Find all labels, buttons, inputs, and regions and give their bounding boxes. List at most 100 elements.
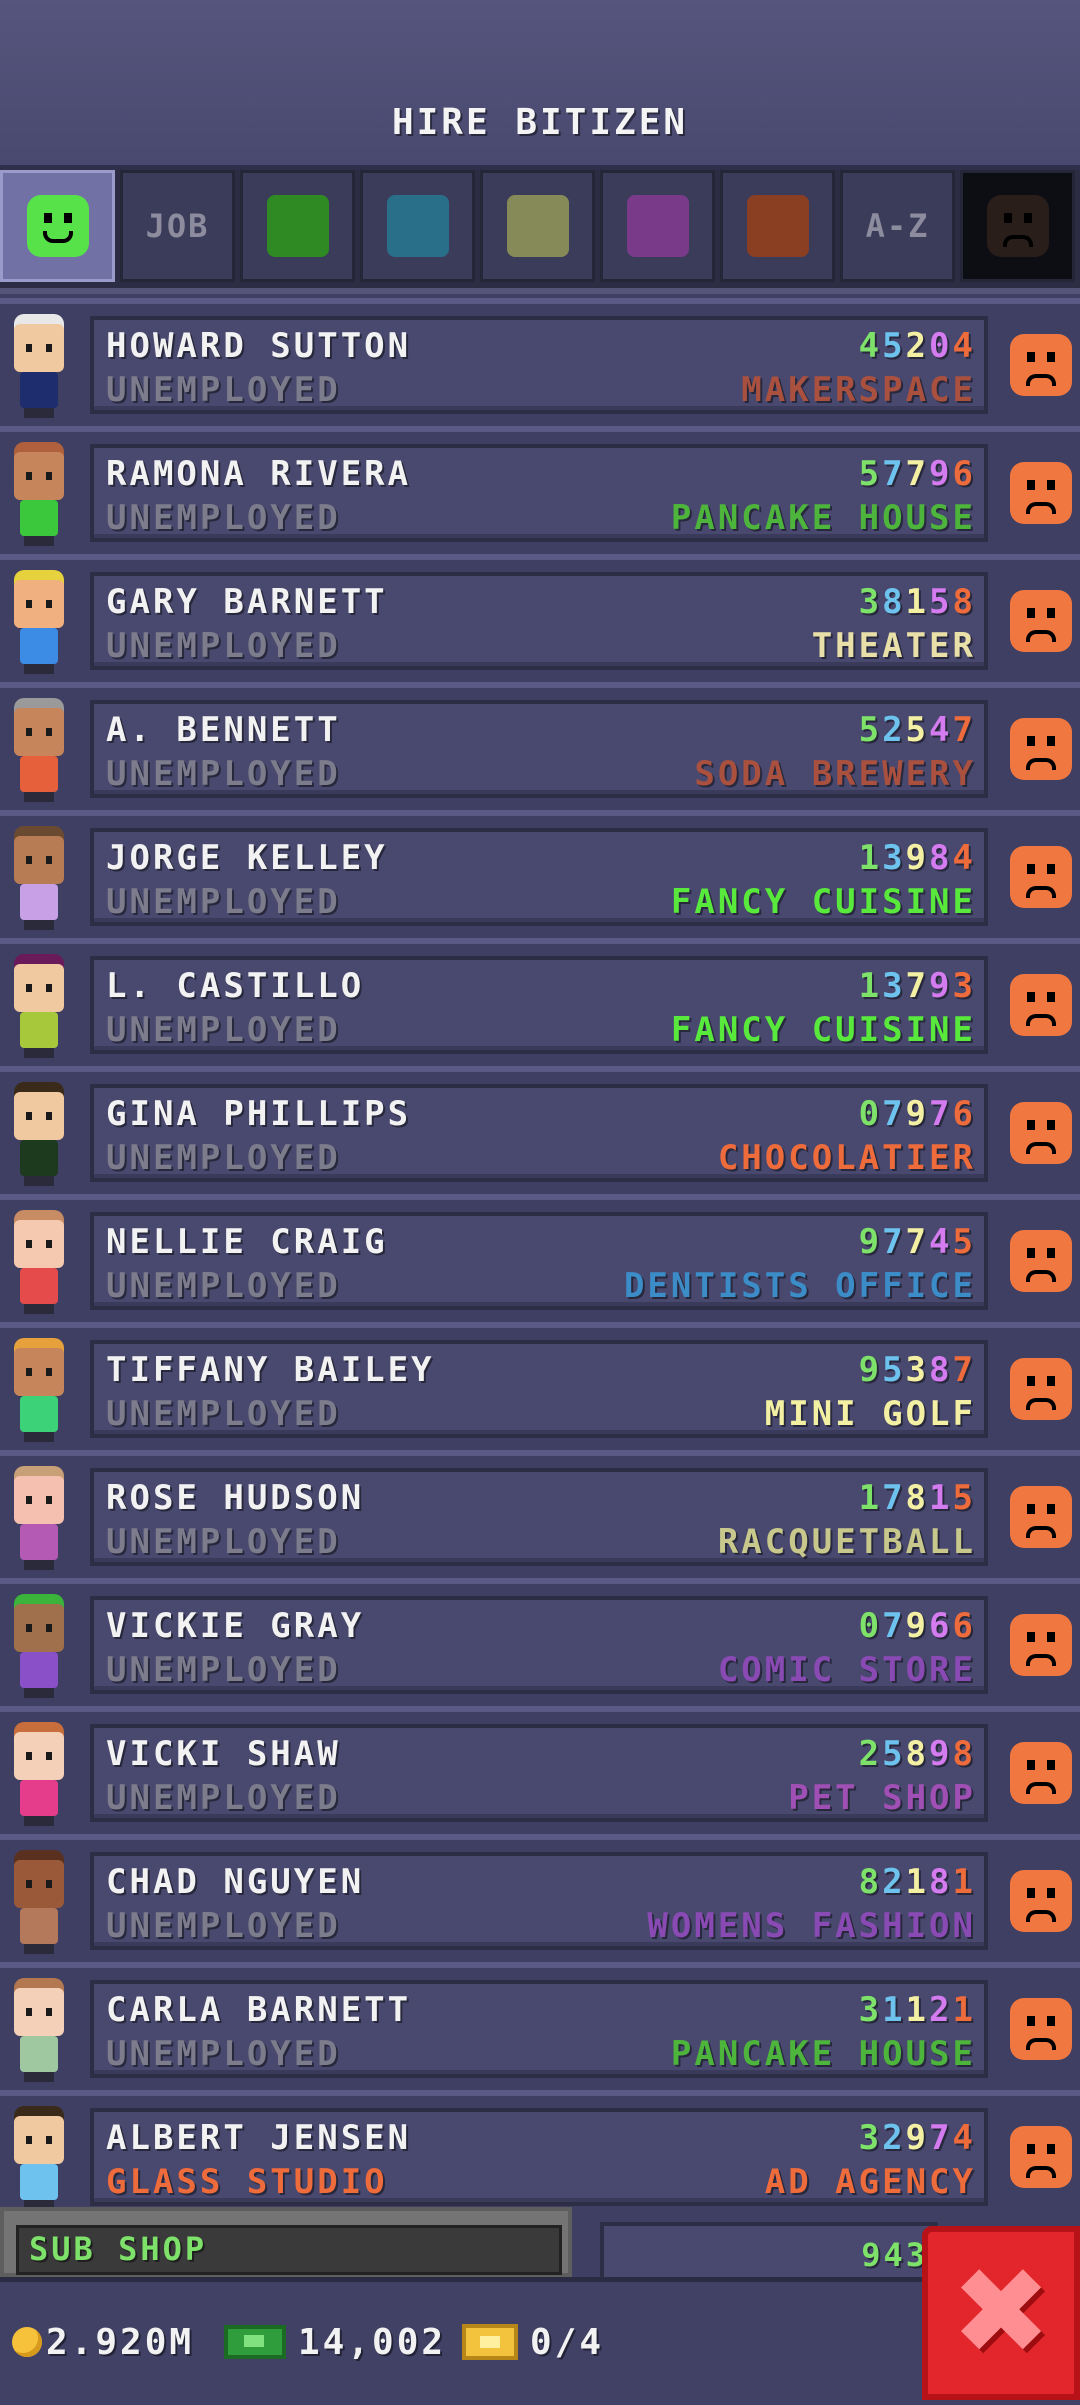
color-swatch-icon — [386, 195, 449, 257]
current-job: UNEMPLOYED — [106, 1266, 341, 1306]
close-button[interactable]: ✖ — [922, 2226, 1080, 2400]
happy-face-icon — [26, 195, 89, 257]
unhappy-mood-icon — [1010, 1102, 1072, 1164]
filter-tab-color[interactable] — [240, 170, 355, 282]
current-job: UNEMPLOYED — [106, 498, 341, 538]
filter-tab-color[interactable] — [480, 170, 595, 282]
skill-digit: 9 — [858, 1222, 883, 1262]
current-job: UNEMPLOYED — [106, 1138, 341, 1178]
skill-digit: 5 — [882, 1734, 906, 1774]
skill-digit: 4 — [929, 1222, 953, 1262]
bitizen-row[interactable]: ROSE HUDSON UNEMPLOYED 17815 RACQUETBALL — [0, 1450, 1080, 1578]
bottom-bar: 2.920M 14,002 0/4 — [0, 2277, 1080, 2405]
skill-digit: 1 — [882, 1990, 906, 2030]
skill-digit: 8 — [929, 1350, 953, 1390]
filter-tab-color[interactable] — [600, 170, 715, 282]
bitizen-row[interactable]: JORGE KELLEY UNEMPLOYED 13984 FANCY CUISINE — [0, 810, 1080, 938]
skill-digit: 3 — [905, 1350, 930, 1390]
bitizen-row[interactable]: L. CASTILLO UNEMPLOYED 13793 FANCY CUISINE — [0, 938, 1080, 1066]
bitizen-row[interactable]: NELLIE CRAIG UNEMPLOYED 97745 DENTISTS OFFI… — [0, 1194, 1080, 1322]
bitizen-name: GINA PHILLIPS — [106, 1094, 412, 1134]
coin-icon — [12, 2327, 42, 2357]
current-job: UNEMPLOYED — [106, 1010, 341, 1050]
bitizen-row[interactable]: GINA PHILLIPS UNEMPLOYED 07976 CHOCOLATIER — [0, 1066, 1080, 1194]
skill-code: 82181 — [859, 1862, 976, 1902]
current-job: UNEMPLOYED — [106, 882, 341, 922]
skill-digit: 1 — [905, 1862, 930, 1902]
bitizen-avatar — [4, 314, 74, 426]
sub-shop-label: SUB SHOP — [29, 2230, 208, 2268]
current-job: UNEMPLOYED — [106, 754, 341, 794]
skill-code: 31121 — [859, 1990, 976, 2030]
coins-counter: 2.920M — [12, 2312, 194, 2372]
skill-code: 07966 — [859, 1606, 976, 1646]
sub-shop-banner[interactable]: SUB SHOP — [0, 2207, 572, 2277]
unhappy-mood-icon — [1010, 974, 1072, 1036]
bitizen-row[interactable]: A. BENNETT UNEMPLOYED 52547 SODA BREWERY — [0, 682, 1080, 810]
bitizen-avatar — [4, 1850, 74, 1962]
filter-tab-label: JOB — [145, 207, 210, 245]
bux-counter: 14,002 — [224, 2312, 446, 2372]
bitizen-avatar — [4, 1082, 74, 1194]
bitizen-row[interactable]: TIFFANY BAILEY UNEMPLOYED 95387 MINI GOLF — [0, 1322, 1080, 1450]
skill-digit: 6 — [952, 454, 976, 494]
bitizen-row[interactable]: VICKIE GRAY UNEMPLOYED 07966 COMIC STORE — [0, 1578, 1080, 1706]
current-job: UNEMPLOYED — [106, 370, 341, 410]
dream-job: WOMENS FASHION — [647, 1906, 976, 1946]
skill-digit: 7 — [905, 966, 930, 1006]
bitizen-card: HOWARD SUTTON UNEMPLOYED 45204 MAKERSPACE — [90, 316, 988, 414]
bitizen-row[interactable]: CARLA BARNETT UNEMPLOYED 31121 PANCAKE HOUS… — [0, 1962, 1080, 2090]
skill-digit: 1 — [952, 1862, 976, 1902]
filter-tab-sad-face[interactable] — [960, 170, 1075, 282]
color-swatch-icon — [746, 195, 809, 257]
skill-digit: 8 — [929, 1862, 953, 1902]
filter-tab-color[interactable] — [720, 170, 835, 282]
skill-code: 45204 — [859, 326, 976, 366]
skill-digit: 6 — [952, 1606, 976, 1646]
skill-digit: 7 — [882, 1222, 906, 1262]
filter-tab-happy-face[interactable] — [0, 170, 115, 282]
filter-tab-color[interactable] — [360, 170, 475, 282]
close-icon: ✖ — [950, 2243, 1052, 2382]
skill-digit: 1 — [929, 1478, 953, 1518]
bitizen-row[interactable]: VICKI SHAW UNEMPLOYED 25898 PET SHOP — [0, 1706, 1080, 1834]
skill-digit: 1 — [858, 966, 883, 1006]
skill-code: 57796 — [859, 454, 976, 494]
filter-tab-a-z[interactable]: A-Z — [840, 170, 955, 282]
skill-digit: 1 — [905, 582, 930, 622]
skill-digit: 3 — [858, 1990, 883, 2030]
skill-digit: 8 — [952, 1734, 976, 1774]
dream-job: THEATER — [811, 626, 976, 666]
bitizen-avatar — [4, 1594, 74, 1706]
skill-digit: 8 — [882, 582, 906, 622]
bitizen-row[interactable]: ALBERT JENSEN GLASS STUDIO 32974 AD AGENCY — [0, 2090, 1080, 2218]
dream-job: DENTISTS OFFICE — [623, 1266, 976, 1306]
skill-digit: 8 — [952, 582, 976, 622]
skill-code: 25898 — [859, 1734, 976, 1774]
bitizen-avatar — [4, 1210, 74, 1322]
bitizen-row[interactable]: CHAD NGUYEN UNEMPLOYED 82181 WOMENS FASHION — [0, 1834, 1080, 1962]
bitizen-row[interactable]: HOWARD SUTTON UNEMPLOYED 45204 MAKERSPACE — [0, 298, 1080, 426]
bitizen-row[interactable]: GARY BARNETT UNEMPLOYED 38158 THEATER — [0, 554, 1080, 682]
skill-digit: 5 — [858, 454, 883, 494]
unhappy-mood-icon — [1010, 462, 1072, 524]
unhappy-mood-icon — [1010, 1998, 1072, 2060]
skill-digit: 5 — [952, 1222, 976, 1262]
bitizen-name: NELLIE CRAIG — [106, 1222, 388, 1262]
unhappy-mood-icon — [1010, 590, 1072, 652]
skill-digit: 5 — [882, 1350, 906, 1390]
skill-digit: 7 — [905, 454, 930, 494]
skill-digit: 7 — [882, 1606, 906, 1646]
dream-job: AD AGENCY — [764, 2162, 976, 2202]
unhappy-mood-icon — [1010, 1742, 1072, 1804]
skill-code: 97745 — [859, 1222, 976, 1262]
filter-tab-job[interactable]: JOB — [120, 170, 235, 282]
sad-face-icon — [986, 195, 1049, 257]
bitizen-name: CHAD NGUYEN — [106, 1862, 365, 1902]
skill-digit: 1 — [952, 1990, 976, 2030]
bitizen-row[interactable]: RAMONA RIVERA UNEMPLOYED 57796 PANCAKE HOUS… — [0, 426, 1080, 554]
unhappy-mood-icon — [1010, 1230, 1072, 1292]
skill-digit: 7 — [882, 454, 906, 494]
bitizen-card: CHAD NGUYEN UNEMPLOYED 82181 WOMENS FASHION — [90, 1852, 988, 1950]
dream-job: PET SHOP — [788, 1778, 976, 1818]
